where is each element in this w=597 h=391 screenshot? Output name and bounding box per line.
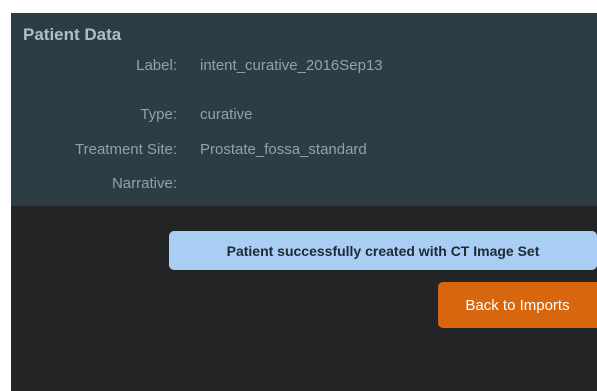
field-label: Label: intent_curative_2016Sep13 (11, 57, 597, 79)
success-message: Patient successfully created with CT Ima… (169, 231, 597, 270)
field-type: Type: curative (11, 106, 597, 128)
field-treatment-site: Treatment Site: Prostate_fossa_standard (11, 141, 597, 163)
patient-import-view: Patient Data Label: intent_curative_2016… (11, 13, 597, 391)
field-label-name: Label: (136, 57, 177, 74)
field-narrative: Narrative: (11, 175, 597, 197)
back-to-imports-button[interactable]: Back to Imports (438, 282, 597, 328)
panel-title: Patient Data (23, 25, 122, 44)
field-label-value: intent_curative_2016Sep13 (200, 57, 383, 74)
field-type-value: curative (200, 106, 253, 123)
field-narrative-name: Narrative: (111, 175, 177, 192)
field-type-name: Type: (140, 106, 177, 123)
patient-data-panel: Patient Data Label: intent_curative_2016… (11, 13, 597, 206)
field-treatment-site-name: Treatment Site: (75, 141, 177, 158)
field-treatment-site-value: Prostate_fossa_standard (200, 141, 367, 158)
